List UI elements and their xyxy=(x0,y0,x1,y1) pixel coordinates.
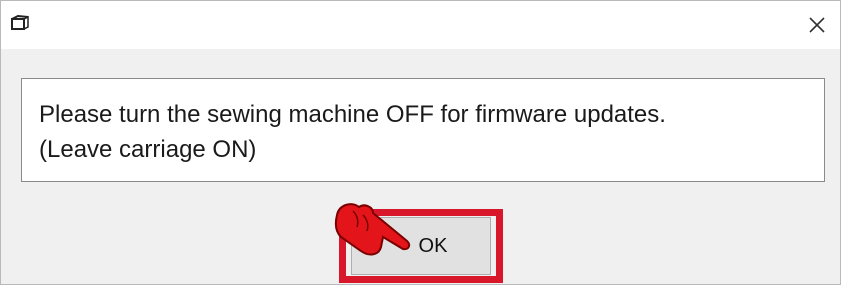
message-dialog: Please turn the sewing machine OFF for f… xyxy=(0,0,841,285)
message-line-1: Please turn the sewing machine OFF for f… xyxy=(39,101,666,128)
title-bar[interactable] xyxy=(1,1,840,49)
pointing-hand-icon xyxy=(329,197,419,265)
message-line-2: (Leave carriage ON) xyxy=(39,136,257,163)
app-window-icon xyxy=(9,14,31,35)
close-button[interactable] xyxy=(794,1,840,49)
close-icon xyxy=(808,16,826,34)
message-panel: Please turn the sewing machine OFF for f… xyxy=(21,78,825,182)
ok-button-label: OK xyxy=(418,234,448,257)
